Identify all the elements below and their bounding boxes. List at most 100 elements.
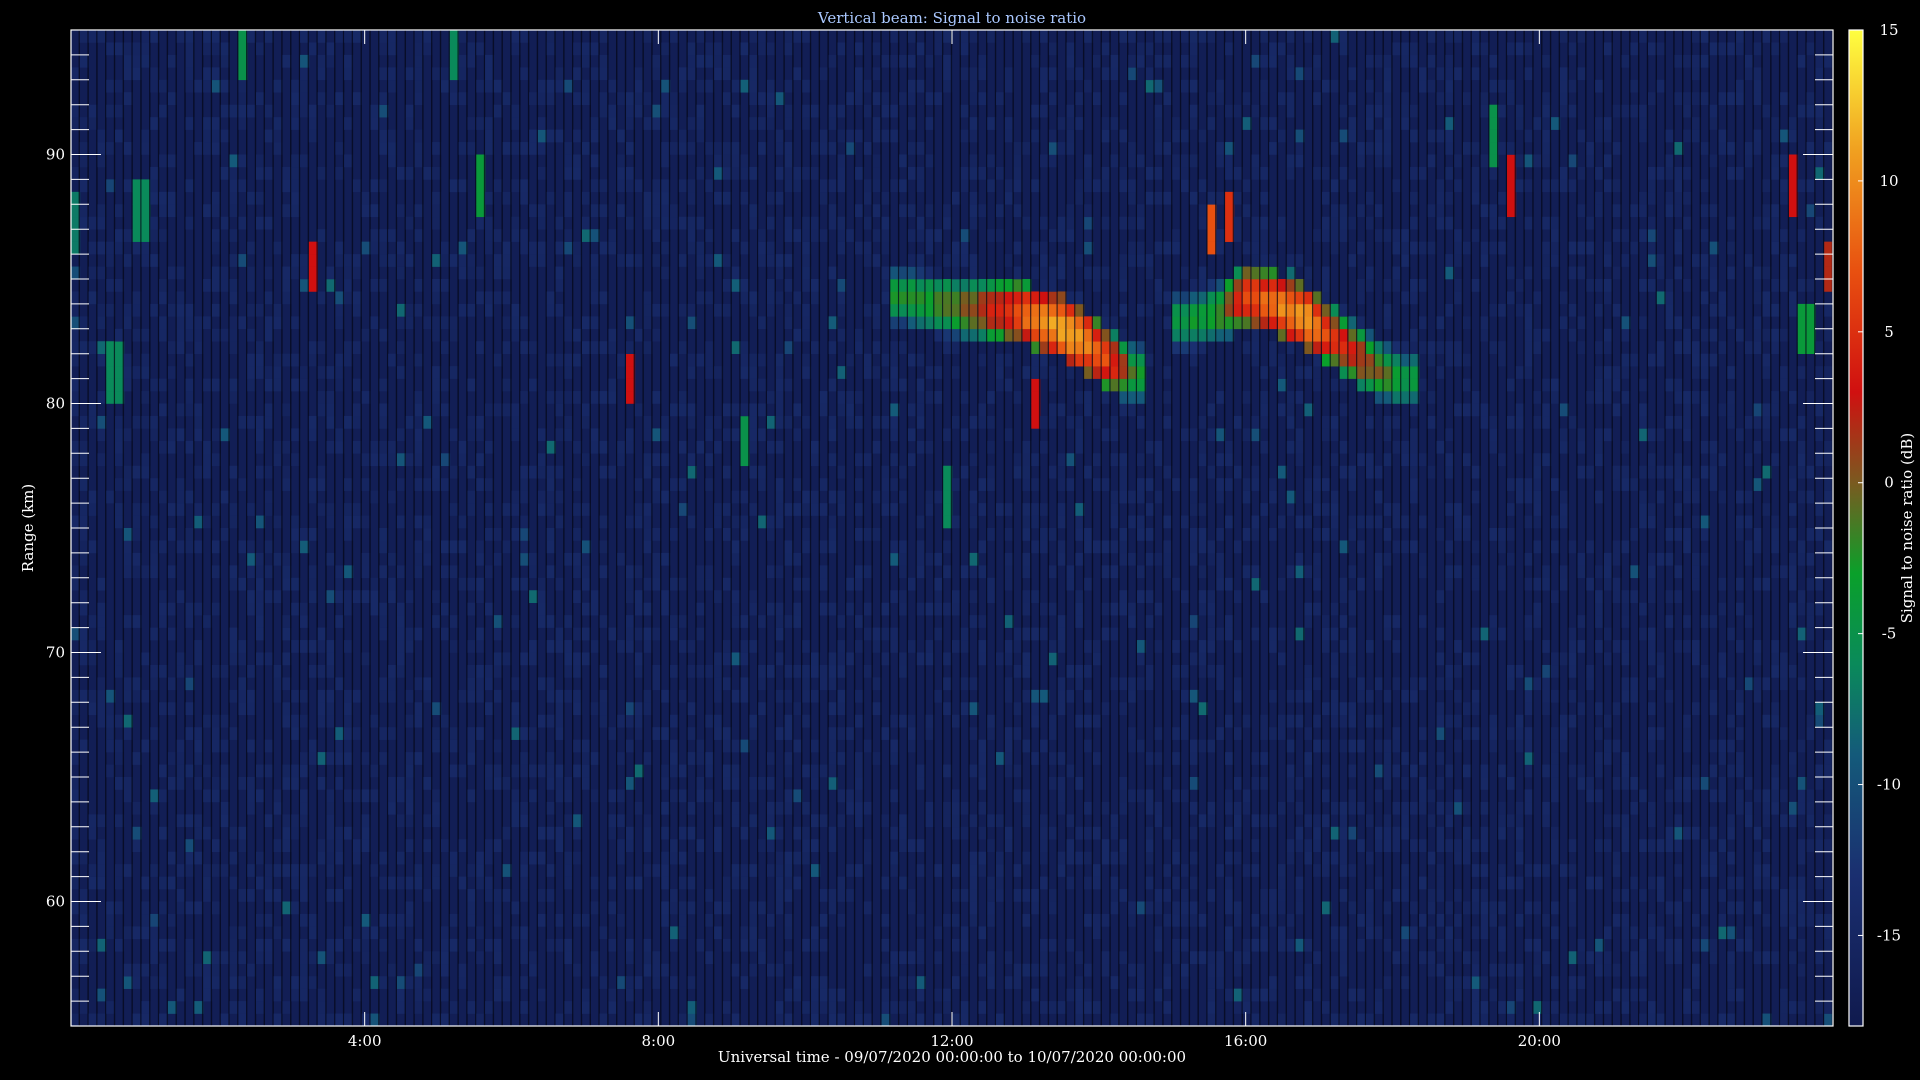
time-gap-stripe bbox=[1329, 30, 1332, 1026]
time-gap-stripe bbox=[545, 30, 547, 1026]
time-gap-stripe bbox=[1497, 30, 1499, 1026]
time-gap-stripe bbox=[774, 30, 776, 1026]
time-gap-stripe bbox=[959, 30, 962, 1026]
time-gap-stripe bbox=[422, 30, 424, 1026]
time-gap-stripe bbox=[994, 30, 997, 1026]
time-gap-stripe bbox=[651, 30, 653, 1026]
time-gap-stripe bbox=[210, 30, 213, 1026]
time-gap-stripe bbox=[527, 30, 530, 1026]
time-gap-stripe bbox=[1135, 30, 1138, 1026]
time-gap-stripe bbox=[783, 30, 785, 1026]
time-gap-stripe bbox=[1030, 30, 1032, 1026]
time-gap-stripe bbox=[862, 30, 865, 1026]
heatmap-cells bbox=[71, 30, 1833, 1026]
time-gap-stripe bbox=[1488, 30, 1490, 1026]
time-gap-stripe bbox=[334, 30, 336, 1026]
time-gap-stripe bbox=[140, 30, 142, 1026]
time-gap-stripe bbox=[1408, 30, 1411, 1026]
time-gap-stripe bbox=[1417, 30, 1420, 1026]
time-gap-stripe bbox=[809, 30, 812, 1026]
time-gap-stripe bbox=[827, 30, 829, 1026]
time-gap-stripe bbox=[1479, 30, 1481, 1026]
time-gap-stripe bbox=[492, 30, 495, 1026]
time-gap-stripe bbox=[712, 30, 715, 1026]
time-gap-stripe bbox=[1285, 30, 1287, 1026]
time-gap-stripe bbox=[175, 30, 177, 1026]
time-gap-stripe bbox=[448, 30, 451, 1026]
time-gap-stripe bbox=[536, 30, 539, 1026]
time-gap-stripe bbox=[1391, 30, 1393, 1026]
time-gap-stripe bbox=[1514, 30, 1517, 1026]
time-gap-stripe bbox=[1100, 30, 1102, 1026]
time-gap-stripe bbox=[1215, 30, 1217, 1026]
time-gap-stripe bbox=[1241, 30, 1243, 1026]
time-gap-stripe bbox=[871, 30, 873, 1026]
time-gap-stripe bbox=[228, 30, 230, 1026]
time-gap-stripe bbox=[1171, 30, 1173, 1026]
time-gap-stripe bbox=[1003, 30, 1006, 1026]
time-gap-stripe bbox=[501, 30, 503, 1026]
time-gap-stripe bbox=[157, 30, 160, 1026]
time-gap-stripe bbox=[642, 30, 644, 1026]
time-gap-stripe bbox=[272, 30, 274, 1026]
time-gap-stripe bbox=[554, 30, 556, 1026]
time-gap-stripe bbox=[915, 30, 917, 1026]
time-gap-stripe bbox=[1127, 30, 1129, 1026]
time-gap-stripe bbox=[801, 30, 803, 1026]
time-gap-stripe bbox=[765, 30, 768, 1026]
time-gap-stripe bbox=[1382, 30, 1384, 1026]
time-gap-stripe bbox=[413, 30, 415, 1026]
time-gap-stripe bbox=[1074, 30, 1076, 1026]
time-gap-stripe bbox=[1505, 30, 1508, 1026]
time-gap-stripe bbox=[1373, 30, 1376, 1026]
time-gap-stripe bbox=[290, 30, 292, 1026]
time-gap-stripe bbox=[616, 30, 618, 1026]
time-gap-stripe bbox=[395, 30, 398, 1026]
time-gap-stripe bbox=[483, 30, 486, 1026]
time-gap-stripe bbox=[246, 30, 248, 1026]
time-gap-stripe bbox=[404, 30, 406, 1026]
time-gap-stripe bbox=[1206, 30, 1208, 1026]
time-gap-stripe bbox=[281, 30, 283, 1026]
time-gap-stripe bbox=[1294, 30, 1296, 1026]
time-gap-stripe bbox=[307, 30, 310, 1026]
time-gap-stripe bbox=[1109, 30, 1111, 1026]
time-gap-stripe bbox=[475, 30, 477, 1026]
snr-heatmap-chart: Vertical beam: Signal to noise ratio 4:0… bbox=[19, 9, 1916, 1066]
time-gap-stripe bbox=[668, 30, 671, 1026]
time-gap-stripe bbox=[598, 30, 600, 1026]
time-gap-stripe bbox=[466, 30, 468, 1026]
time-gap-stripe bbox=[96, 30, 98, 1026]
time-gap-stripe bbox=[1364, 30, 1367, 1026]
time-gap-stripe bbox=[1118, 30, 1120, 1026]
time-gap-stripe bbox=[1162, 30, 1164, 1026]
time-gap-stripe bbox=[1188, 30, 1191, 1026]
time-gap-stripe bbox=[1144, 30, 1147, 1026]
time-gap-stripe bbox=[237, 30, 239, 1026]
time-gap-stripe bbox=[986, 30, 988, 1026]
time-gap-stripe bbox=[1347, 30, 1349, 1026]
time-gap-stripe bbox=[1056, 30, 1058, 1026]
time-gap-stripe bbox=[924, 30, 926, 1026]
time-gap-stripe bbox=[1470, 30, 1472, 1026]
time-gap-stripe bbox=[439, 30, 442, 1026]
time-gap-stripe bbox=[818, 30, 821, 1026]
time-gap-stripe bbox=[1426, 30, 1428, 1026]
time-gap-stripe bbox=[1091, 30, 1094, 1026]
time-gap-stripe bbox=[1338, 30, 1340, 1026]
time-gap-stripe bbox=[1153, 30, 1155, 1026]
time-gap-stripe bbox=[166, 30, 169, 1026]
time-gap-stripe bbox=[686, 30, 688, 1026]
time-gap-stripe bbox=[510, 30, 512, 1026]
time-gap-stripe bbox=[1461, 30, 1464, 1026]
time-gap-stripe bbox=[201, 30, 204, 1026]
time-gap-stripe bbox=[219, 30, 221, 1026]
time-gap-stripe bbox=[941, 30, 944, 1026]
time-gap-stripe bbox=[739, 30, 741, 1026]
time-gap-stripe bbox=[113, 30, 116, 1026]
time-gap-stripe bbox=[933, 30, 935, 1026]
time-gap-stripe bbox=[1452, 30, 1455, 1026]
time-gap-stripe bbox=[704, 30, 706, 1026]
time-gap-stripe bbox=[193, 30, 195, 1026]
time-gap-stripe bbox=[977, 30, 979, 1026]
